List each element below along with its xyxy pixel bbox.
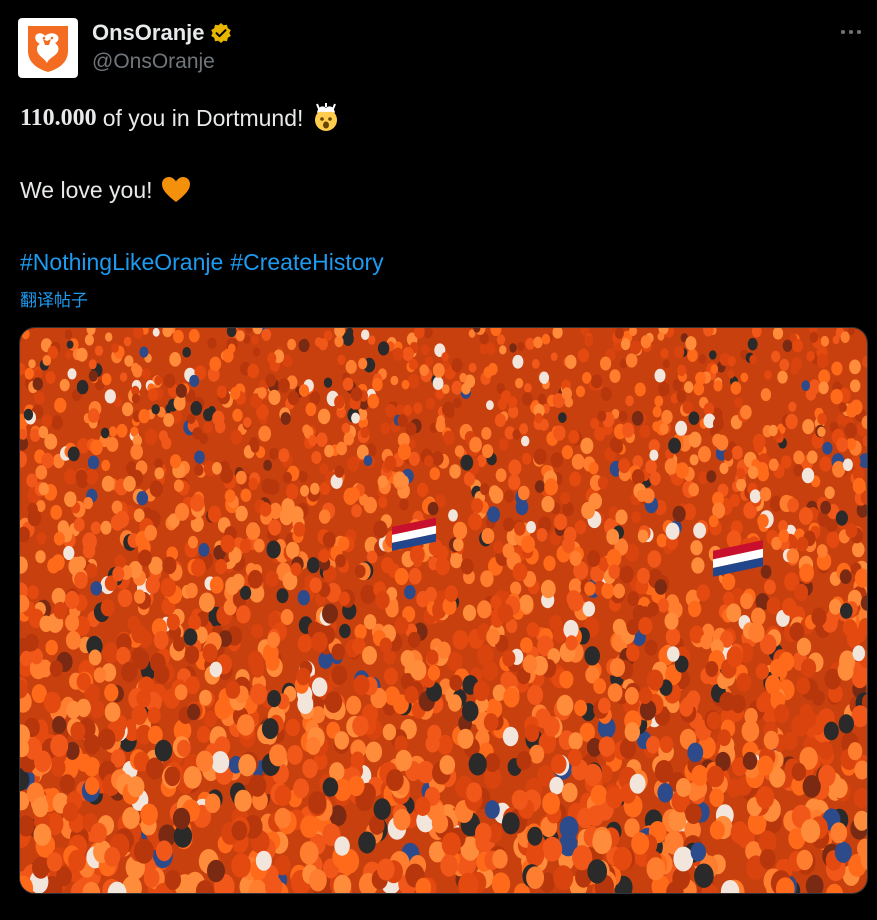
tweet-line-2: We love you! (20, 172, 860, 208)
hashtag-link[interactable]: #CreateHistory (230, 245, 383, 279)
tweet-line-1: 110.000 of you in Dortmund! (20, 100, 860, 136)
orange-heart-emoji-icon (161, 176, 191, 204)
tweet-line-1-text: of you in Dortmund! (102, 105, 304, 131)
tweet-card: OnsOranje @OnsOranje 110.000 of you in D… (0, 0, 877, 920)
knvb-lion-crest-icon (28, 26, 68, 72)
author-display-name[interactable]: OnsOranje (92, 20, 204, 46)
tweet-blank-line-2 (20, 208, 860, 244)
more-options-button[interactable] (837, 18, 865, 46)
crowd-photo (20, 328, 867, 893)
author-name-row: OnsOranje (92, 18, 232, 48)
exploding-head-emoji-icon (311, 103, 341, 133)
translate-post-link[interactable]: 翻译帖子 (20, 286, 88, 311)
hashtag-link[interactable]: #NothingLikeOranje (20, 245, 223, 279)
more-horizontal-icon (841, 30, 861, 34)
tweet-media-photo[interactable] (19, 327, 868, 894)
tweet-line-2-text: We love you! (20, 177, 153, 203)
attendance-number: 110.000 (20, 105, 97, 131)
tweet-hashtags: #NothingLikeOranje #CreateHistory (20, 244, 860, 280)
author-avatar[interactable] (18, 18, 78, 78)
author-handle[interactable]: @OnsOranje (92, 50, 215, 74)
verified-badge-icon (211, 23, 232, 43)
tweet-text: 110.000 of you in Dortmund! We love you! (20, 100, 860, 280)
